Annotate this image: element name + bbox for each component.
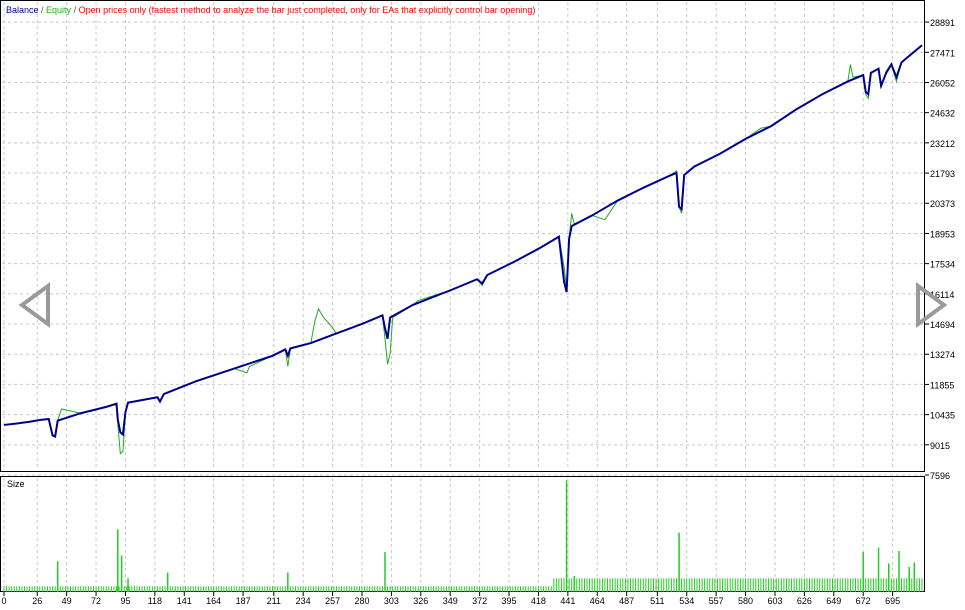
x-tick-label: 118 — [148, 596, 162, 606]
x-axis-ticks: 0 26 49 72 95 118 141 164 187 211 234 257 280 303 326 3… — [1, 592, 900, 606]
x-tick-label: 603 — [767, 596, 782, 606]
y-tick-label: 24632 — [930, 109, 955, 119]
x-tick-label: 441 — [560, 596, 575, 606]
y-tick-label: 7596 — [930, 471, 950, 481]
x-tick-label: 511 — [650, 596, 664, 606]
x-tick-label: 26 — [32, 596, 42, 606]
backtest-chart: 7596 9015 10435 11855 13274 14694 16114 17534 18… — [0, 0, 965, 606]
x-tick-label: 672 — [856, 596, 871, 606]
y-tick-label: 26052 — [930, 78, 955, 88]
y-tick-label: 10435 — [930, 411, 955, 421]
x-tick-label: 418 — [531, 596, 546, 606]
x-tick-label: 280 — [354, 596, 369, 606]
x-tick-label: 534 — [679, 596, 694, 606]
x-tick-label: 141 — [177, 596, 192, 606]
chart-canvas: 7596901510435118551327414694161141753418… — [0, 0, 955, 606]
y-tick-label: 27471 — [930, 48, 955, 58]
y-tick-label: 28891 — [930, 18, 955, 28]
y-tick-label: 20373 — [930, 199, 955, 209]
x-tick-label: 164 — [206, 596, 221, 606]
y-tick-label: 17534 — [930, 260, 955, 270]
x-tick-label: 326 — [413, 596, 428, 606]
chart-header: Balance / Equity / Open prices only (fas… — [6, 5, 535, 15]
balance-legend-label: Balance — [6, 5, 39, 15]
triangle-left-icon[interactable] — [18, 282, 52, 328]
y-tick-label: 13274 — [930, 350, 955, 360]
triangle-right-icon[interactable] — [914, 282, 948, 328]
x-tick-label: 72 — [91, 596, 101, 606]
x-tick-label: 95 — [120, 596, 130, 606]
x-tick-label: 0 — [1, 596, 6, 606]
x-tick-label: 649 — [826, 596, 841, 606]
y-axis-ticks: 7596901510435118551327414694161141753418… — [925, 18, 955, 481]
test-mode-text: Open prices only (fastest method to anal… — [79, 5, 536, 15]
equity-legend-label: Equity — [46, 5, 72, 15]
x-tick-label: 487 — [619, 596, 634, 606]
x-tick-label: 349 — [443, 596, 458, 606]
x-tick-label: 211 — [267, 596, 281, 606]
y-tick-label: 18953 — [930, 229, 955, 239]
x-tick-label: 187 — [236, 596, 251, 606]
x-tick-label: 580 — [738, 596, 753, 606]
size-panel-frame — [0, 476, 925, 592]
x-tick-label: 257 — [325, 596, 340, 606]
y-tick-label: 21793 — [930, 169, 955, 179]
x-tick-label: 49 — [62, 596, 72, 606]
x-tick-label: 303 — [384, 596, 399, 606]
x-tick-label: 234 — [296, 596, 311, 606]
x-tick-label: 626 — [797, 596, 812, 606]
x-tick-label: 372 — [472, 596, 487, 606]
x-tick-label: 557 — [709, 596, 724, 606]
y-tick-label: 23212 — [930, 139, 955, 149]
x-tick-label: 695 — [885, 596, 900, 606]
x-tick-label: 395 — [502, 596, 517, 606]
y-tick-label: 9015 — [930, 441, 950, 451]
x-tick-label: 464 — [590, 596, 605, 606]
y-tick-label: 11855 — [930, 380, 954, 390]
size-panel-label: Size — [7, 479, 25, 489]
